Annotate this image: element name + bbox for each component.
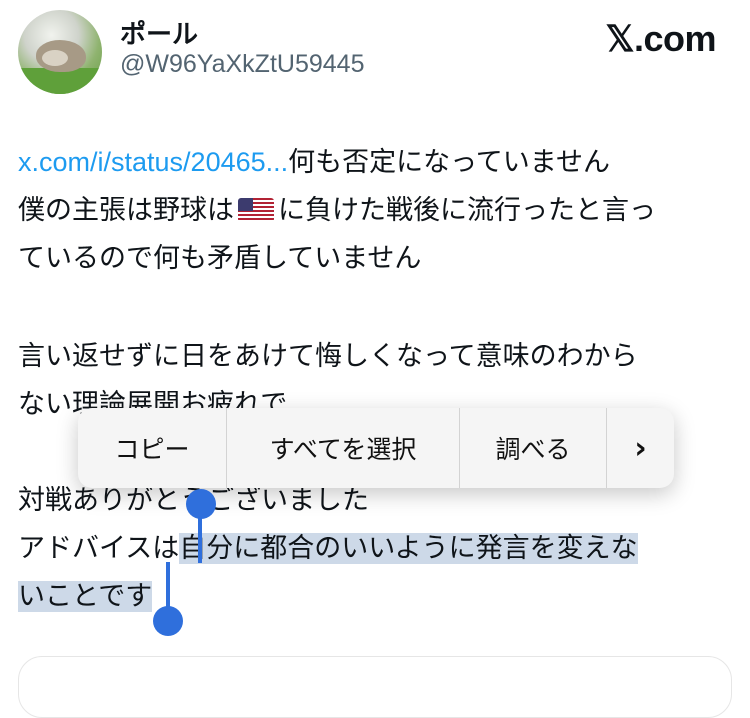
selection-end-handle[interactable] xyxy=(153,606,183,636)
status-link[interactable]: x.com/i/status/20465... xyxy=(18,147,288,177)
post-line-8: いことです xyxy=(18,574,153,613)
selection-end-bar xyxy=(166,562,170,612)
chevron-right-icon[interactable]: › xyxy=(607,408,674,488)
us-flag-icon xyxy=(238,198,274,222)
author-display-name[interactable]: ポール xyxy=(120,14,198,51)
author-handle[interactable]: @W96YaXkZtU59445 xyxy=(120,50,364,79)
post-line-2a: 僕の主張は野球は xyxy=(18,195,234,226)
select-all-button[interactable]: すべてを選択 xyxy=(227,408,460,488)
post-line-2: 僕の主張は野球は に負けた戦後に流行ったと言っ xyxy=(18,188,656,227)
selected-text[interactable]: 自分に都合のいいように発言を変えな xyxy=(179,533,638,564)
selection-start-handle[interactable] xyxy=(186,489,216,519)
post-line-1: x.com/i/status/20465...何も否定になっていません xyxy=(18,140,610,179)
post-line-2b: に負けた戦後に流行ったと言っ xyxy=(278,195,656,226)
post-line-7: アドバイスは自分に都合のいいように発言を変えな xyxy=(18,526,638,565)
look-up-button[interactable]: 調べる xyxy=(460,408,607,488)
post-line-3: ているので何も矛盾していません xyxy=(18,243,422,274)
avatar[interactable] xyxy=(18,10,102,94)
post-line-4: 言い返せずに日をあけて悔しくなって意味のわから xyxy=(18,341,638,372)
context-menu: コピー すべてを選択 調べる › xyxy=(78,408,674,488)
quoted-card[interactable] xyxy=(18,656,732,718)
copy-button[interactable]: コピー xyxy=(78,408,227,488)
post-line-1-text: 何も否定になっていません xyxy=(288,147,610,178)
selected-text-end[interactable]: いことです xyxy=(18,581,153,612)
post-line-7-plain: アドバイスは xyxy=(18,533,180,564)
site-label: 𝕏.com xyxy=(605,18,716,59)
hamster-avatar-icon xyxy=(36,40,86,72)
